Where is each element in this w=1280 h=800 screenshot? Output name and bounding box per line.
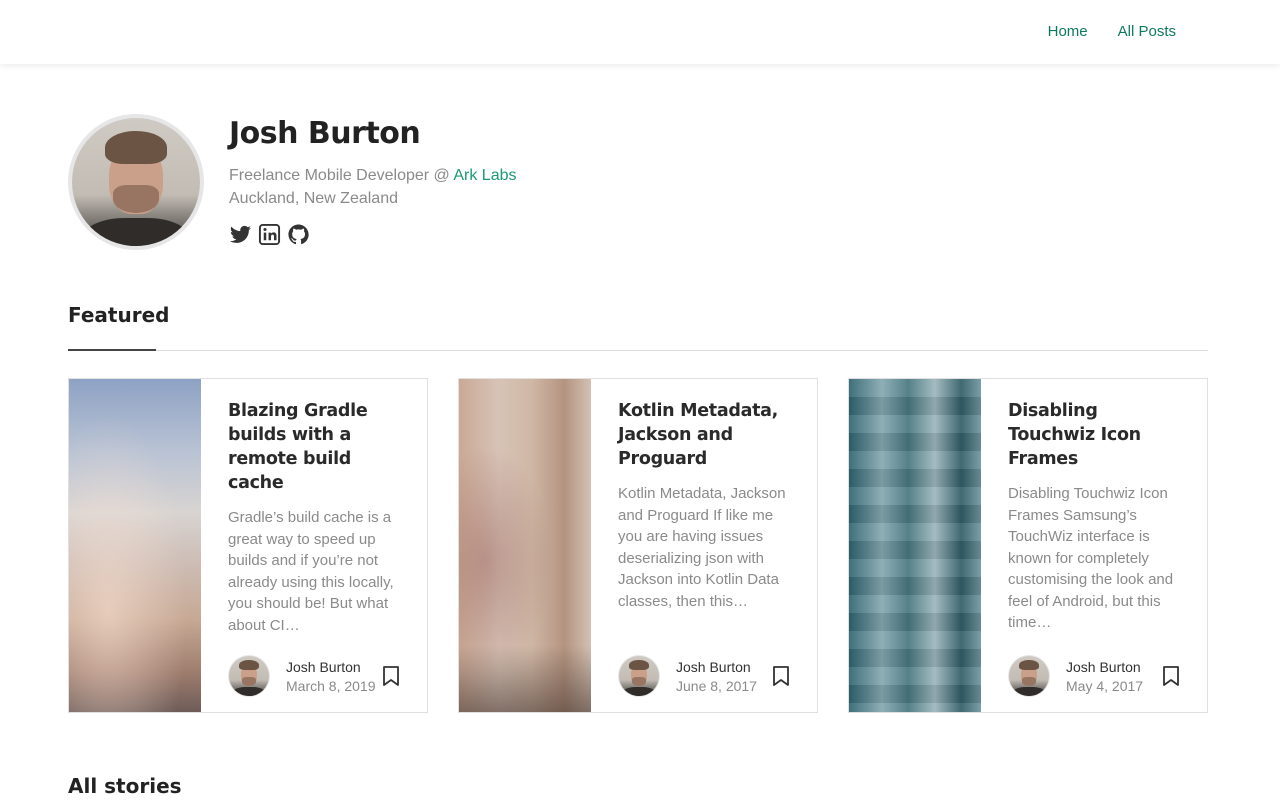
card-cover-image[interactable] [849,379,981,712]
nav-home-link[interactable]: Home [1048,23,1088,40]
card-date: May 4, 2017 [1066,678,1144,694]
author-avatar[interactable] [618,655,660,697]
linkedin-icon[interactable] [258,223,281,246]
card-date: March 8, 2019 [286,678,376,694]
twitter-icon[interactable] [229,223,252,246]
author-avatar[interactable] [1008,655,1050,697]
card-cover-image[interactable] [459,379,591,712]
bookmark-icon[interactable] [1162,665,1180,687]
social-links [229,223,310,246]
featured-tab[interactable]: Featured [68,303,169,327]
bookmark-icon[interactable] [382,665,400,687]
card-title[interactable]: Disabling Touchwiz Icon Frames [1008,399,1190,471]
card-title[interactable]: Kotlin Metadata, Jackson and Proguard [618,399,800,471]
card-date: June 8, 2017 [676,678,757,694]
profile-avatar [68,114,204,250]
active-tab-indicator [68,349,156,351]
card-excerpt: Gradle’s build cache is a great way to s… [228,509,394,634]
featured-card[interactable]: Blazing Gradle builds with a remote buil… [68,378,428,713]
github-icon[interactable] [287,223,310,246]
card-excerpt: Disabling Touchwiz Icon Frames Samsung’s… [1008,485,1174,631]
card-cover-image[interactable] [69,379,201,712]
profile-bio-text: Freelance Mobile Developer @ [229,167,454,184]
card-author[interactable]: Josh Burton [1066,659,1141,675]
main-nav: Home All Posts [1048,23,1176,40]
card-title[interactable]: Blazing Gradle builds with a remote buil… [228,399,410,495]
card-author[interactable]: Josh Burton [286,659,361,675]
card-footer: Josh Burton May 4, 2017 [1008,655,1190,697]
profile-name: Josh Burton [229,116,421,151]
top-nav-bar: Home All Posts [0,0,1280,64]
card-footer: Josh Burton June 8, 2017 [618,655,800,697]
bookmark-icon[interactable] [772,665,790,687]
card-author[interactable]: Josh Burton [676,659,751,675]
company-link[interactable]: Ark Labs [453,167,516,184]
card-footer: Josh Burton March 8, 2019 [228,655,410,697]
profile-bio: Freelance Mobile Developer @ Ark Labs [229,167,517,185]
profile-location: Auckland, New Zealand [229,190,398,207]
featured-card[interactable]: Kotlin Metadata, Jackson and Proguard Ko… [458,378,818,713]
nav-all-posts-link[interactable]: All Posts [1118,23,1176,40]
featured-card[interactable]: Disabling Touchwiz Icon Frames Disabling… [848,378,1208,713]
author-avatar[interactable] [228,655,270,697]
card-excerpt: Kotlin Metadata, Jackson and Proguard If… [618,485,786,610]
all-stories-heading: All stories [68,774,182,798]
section-divider [68,350,1208,351]
